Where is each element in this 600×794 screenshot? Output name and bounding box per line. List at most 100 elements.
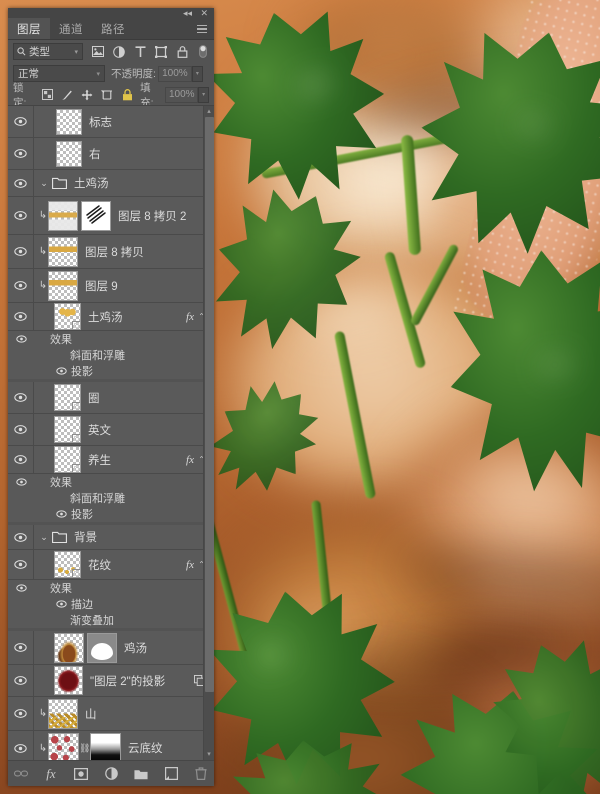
lock-all-icon[interactable] bbox=[121, 88, 133, 101]
layer-visibility-toggle[interactable] bbox=[8, 106, 34, 137]
layer-mask-thumbnail[interactable] bbox=[90, 732, 121, 760]
group-disclosure-icon[interactable]: ⌄ bbox=[38, 532, 50, 543]
link-layers-icon[interactable] bbox=[14, 767, 28, 781]
fill-input[interactable]: 100% bbox=[165, 86, 199, 103]
lock-transparency-icon[interactable] bbox=[41, 89, 53, 101]
link-mask-icon[interactable]: ⛓ bbox=[79, 743, 90, 754]
pixel-layer-filter-icon[interactable] bbox=[92, 46, 104, 58]
layer-visibility-toggle[interactable] bbox=[8, 697, 34, 730]
layer-row-tujitang-text[interactable]: 土鸡汤 fx ⌃ bbox=[8, 303, 214, 331]
effects-visibility-toggle[interactable] bbox=[8, 331, 34, 347]
layer-thumbnail[interactable] bbox=[56, 140, 82, 167]
layer-visibility-toggle[interactable] bbox=[8, 382, 34, 413]
group-disclosure-icon[interactable]: ⌄ bbox=[38, 178, 50, 189]
effect-row-bevel-emboss[interactable]: 斜面和浮雕 bbox=[8, 347, 214, 363]
group-row-beijing[interactable]: ⌄ 背景 bbox=[8, 525, 214, 550]
effect-row-gradient-overlay[interactable]: 渐变叠加 bbox=[8, 612, 214, 628]
new-group-icon[interactable] bbox=[134, 767, 148, 781]
effects-row[interactable]: 效果 bbox=[8, 474, 214, 490]
effects-row[interactable]: 效果 bbox=[8, 580, 214, 596]
layer-row-yangsheng[interactable]: 养生 fx ⌃ bbox=[8, 446, 214, 474]
layer-row-tuceng8-copy2[interactable]: ↳ 图层 8 拷贝 2 bbox=[8, 197, 214, 235]
collapse-panel-button[interactable]: ◂◂ bbox=[183, 8, 192, 18]
layer-style-fx-icon[interactable]: fx bbox=[186, 559, 194, 571]
layer-thumbnail[interactable] bbox=[48, 732, 79, 760]
effect-row-stroke[interactable]: 描边 bbox=[8, 596, 214, 612]
layer-row-yingwen[interactable]: 英文 bbox=[8, 414, 214, 446]
layer-row-you[interactable]: 右 bbox=[8, 138, 214, 170]
new-layer-icon[interactable] bbox=[164, 767, 178, 781]
layer-visibility-toggle[interactable] bbox=[8, 414, 34, 445]
filter-kind-select[interactable]: 类型 ▾ bbox=[13, 43, 83, 60]
type-layer-filter-icon[interactable] bbox=[134, 45, 146, 58]
tab-channels[interactable]: 通道 bbox=[50, 18, 92, 39]
layer-visibility-toggle[interactable] bbox=[8, 665, 34, 696]
layer-thumbnail[interactable] bbox=[48, 200, 78, 231]
add-layer-mask-icon[interactable] bbox=[74, 767, 88, 781]
shape-layer-filter-icon[interactable] bbox=[155, 45, 167, 58]
layer-style-fx-icon[interactable]: fx bbox=[44, 766, 58, 781]
layer-row-tuceng2-shadow[interactable]: "图层 2"的投影 bbox=[8, 665, 214, 697]
layer-visibility-toggle[interactable] bbox=[8, 731, 34, 760]
chevron-down-icon[interactable]: ▾ bbox=[74, 48, 78, 56]
layer-thumbnail[interactable] bbox=[54, 632, 84, 663]
layer-thumbnail[interactable] bbox=[54, 446, 81, 473]
layer-mask-thumbnail[interactable] bbox=[87, 632, 117, 663]
group-visibility-toggle[interactable] bbox=[8, 170, 34, 196]
opacity-slider-caret-icon[interactable]: ▾ bbox=[191, 65, 203, 82]
effect-row-bevel-emboss[interactable]: 斜面和浮雕 bbox=[8, 490, 214, 506]
effects-visibility-toggle[interactable] bbox=[8, 474, 34, 490]
layer-thumbnail[interactable] bbox=[48, 236, 78, 267]
layer-row-yundiwen[interactable]: ↳ ⛓ 云底纹 bbox=[8, 731, 214, 760]
layer-thumbnail[interactable] bbox=[48, 270, 78, 301]
effect-visibility-toggle[interactable] bbox=[8, 596, 34, 612]
layer-list-scrollbar[interactable]: ▴ ▾ bbox=[203, 106, 214, 760]
layer-row-quan[interactable]: 圈 bbox=[8, 382, 214, 414]
effects-visibility-toggle[interactable] bbox=[8, 580, 34, 596]
layer-thumbnail[interactable] bbox=[54, 384, 81, 411]
layer-style-fx-icon[interactable]: fx bbox=[186, 311, 194, 323]
adjustment-layer-filter-icon[interactable] bbox=[113, 45, 125, 58]
layer-thumbnail[interactable] bbox=[54, 416, 81, 443]
lock-artboard-nesting-icon[interactable] bbox=[101, 89, 113, 101]
scroll-up-arrow-icon[interactable]: ▴ bbox=[207, 106, 211, 117]
effect-visibility-toggle[interactable] bbox=[8, 363, 34, 379]
tab-layers[interactable]: 图层 bbox=[8, 18, 50, 39]
layer-row-tuceng9[interactable]: ↳ 图层 9 bbox=[8, 269, 214, 303]
effect-row-drop-shadow[interactable]: 投影 bbox=[8, 363, 214, 379]
layer-visibility-toggle[interactable] bbox=[8, 235, 34, 268]
effect-visibility-toggle[interactable] bbox=[8, 490, 34, 506]
layer-row-shan[interactable]: ↳ 山 bbox=[8, 697, 214, 731]
effect-row-drop-shadow[interactable]: 投影 bbox=[8, 506, 214, 522]
lock-image-pixels-icon[interactable] bbox=[61, 89, 73, 101]
fill-slider-caret-icon[interactable]: ▾ bbox=[198, 86, 209, 103]
layer-list[interactable]: 标志 右 ⌄ 土鸡汤 ↳ 图层 8 拷贝 2 ↳ 图层 8 拷贝 ↳ 图层 9 … bbox=[8, 105, 214, 760]
panel-menu-icon[interactable] bbox=[197, 25, 207, 33]
layer-visibility-toggle[interactable] bbox=[8, 631, 34, 664]
layer-thumbnail[interactable] bbox=[54, 551, 81, 578]
layer-thumbnail[interactable] bbox=[54, 303, 81, 330]
effect-visibility-toggle[interactable] bbox=[8, 347, 34, 363]
layer-style-fx-icon[interactable]: fx bbox=[186, 454, 194, 466]
layer-visibility-toggle[interactable] bbox=[8, 197, 34, 234]
layer-thumbnail[interactable] bbox=[54, 666, 83, 695]
chevron-down-icon[interactable]: ▾ bbox=[96, 70, 100, 78]
scrollbar-thumb[interactable] bbox=[204, 117, 214, 692]
layer-row-tuceng8-copy[interactable]: ↳ 图层 8 拷贝 bbox=[8, 235, 214, 269]
lock-position-icon[interactable] bbox=[81, 89, 93, 101]
layer-visibility-toggle[interactable] bbox=[8, 550, 34, 579]
layer-thumbnail[interactable] bbox=[48, 698, 78, 729]
blend-mode-select[interactable]: 正常 ▾ bbox=[13, 65, 105, 82]
layer-row-jitang[interactable]: 鸡汤 bbox=[8, 631, 214, 665]
layer-row-huawen[interactable]: 花纹 fx ⌃ bbox=[8, 550, 214, 580]
group-visibility-toggle[interactable] bbox=[8, 525, 34, 549]
tab-paths[interactable]: 路径 bbox=[92, 18, 134, 39]
layer-visibility-toggle[interactable] bbox=[8, 138, 34, 169]
filter-toggle-switch-icon[interactable] bbox=[197, 45, 209, 58]
group-row-tujitang[interactable]: ⌄ 土鸡汤 bbox=[8, 170, 214, 197]
effect-visibility-toggle[interactable] bbox=[8, 612, 34, 628]
close-panel-button[interactable]: ✕ bbox=[200, 8, 208, 18]
scroll-down-arrow-icon[interactable]: ▾ bbox=[207, 749, 211, 760]
new-adjustment-layer-icon[interactable] bbox=[104, 767, 118, 781]
layer-visibility-toggle[interactable] bbox=[8, 303, 34, 330]
